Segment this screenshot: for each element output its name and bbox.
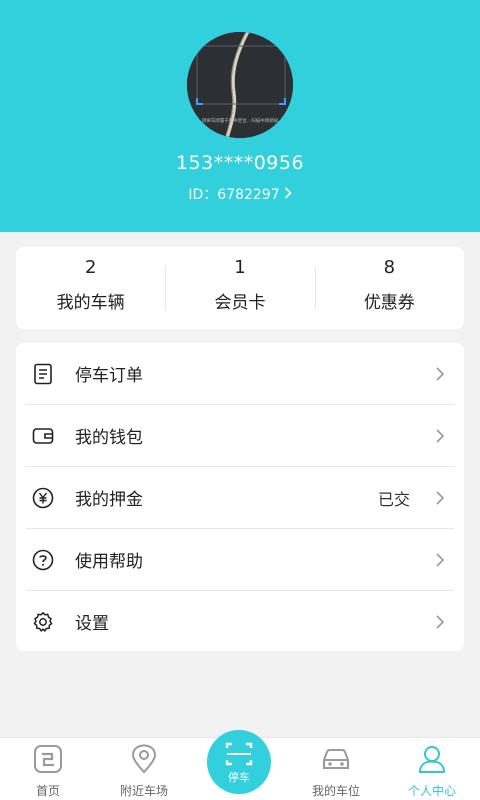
tab-personal-center[interactable]: 个人中心 [384, 738, 480, 800]
stat-value: 2 [84, 257, 97, 278]
tab-home[interactable]: 首页 [0, 738, 96, 800]
tab-label: 附近车场 [119, 784, 168, 798]
user-id-link[interactable]: ID：6782297 [0, 184, 480, 204]
tab-nearby-lots[interactable]: 附近车场 [96, 738, 192, 800]
user-icon [417, 744, 447, 774]
tab-label: 我的车位 [311, 784, 360, 798]
menu-item-wallet[interactable]: 我的钱包 [16, 405, 464, 466]
menu-item-label: 我的押金 [75, 490, 143, 510]
chevron-right-icon [434, 427, 446, 445]
settings-gear-icon [32, 611, 54, 633]
menu-item-parking-orders[interactable]: 停车订单 [16, 343, 464, 404]
avatar[interactable]: 请将车牌置于框中定位…扫描中请稍候 [187, 32, 293, 138]
stat-value: 1 [234, 257, 246, 278]
menu-item-settings[interactable]: 设置 [16, 591, 464, 652]
tab-label: 首页 [35, 784, 60, 798]
menu-item-label: 设置 [75, 614, 109, 634]
stat-label: 会员卡 [214, 293, 266, 313]
order-list-icon [32, 363, 54, 385]
menu-item-label: 使用帮助 [75, 552, 143, 572]
chevron-right-icon [434, 365, 446, 383]
stat-vehicles[interactable]: 2 我的车辆 [16, 247, 165, 329]
chevron-right-icon [434, 613, 446, 631]
profile-header: 请将车牌置于框中定位…扫描中请稍候 153****0956 ID：6782297 [0, 0, 480, 232]
chevron-right-icon [434, 489, 446, 507]
stat-member-card[interactable]: 1 会员卡 [165, 247, 314, 329]
avatar-image: 请将车牌置于框中定位…扫描中请稍候 [187, 32, 293, 138]
avatar-caption: 请将车牌置于框中定位…扫描中请稍候 [202, 117, 279, 124]
chevron-right-icon [284, 184, 292, 203]
tab-label: 个人中心 [407, 784, 456, 798]
stat-label: 我的车辆 [56, 293, 125, 313]
deposit-status: 已交 [377, 489, 410, 509]
home-icon [33, 744, 63, 774]
chevron-right-icon [434, 551, 446, 569]
yuan-icon [32, 487, 54, 509]
park-label: 停车 [228, 771, 250, 784]
stats-card: 2 我的车辆 1 会员卡 8 优惠券 [16, 247, 464, 329]
phone-number: 153****0956 [175, 152, 305, 174]
menu-item-help[interactable]: 使用帮助 [16, 529, 464, 590]
location-pin-icon [129, 744, 159, 774]
stat-value: 8 [383, 257, 396, 278]
help-icon [32, 549, 54, 571]
park-scan-button[interactable]: 停车 [207, 730, 271, 794]
user-id: ID：6782297 [188, 187, 280, 203]
tab-my-spaces[interactable]: 我的车位 [288, 738, 384, 800]
menu-card: 停车订单 我的钱包 我的押金 已交 使用帮助 设置 [16, 343, 464, 651]
wallet-icon [32, 425, 54, 447]
car-icon [321, 744, 351, 774]
stat-label: 优惠券 [363, 293, 415, 313]
menu-item-label: 停车订单 [75, 366, 143, 386]
menu-item-label: 我的钱包 [75, 428, 143, 448]
stat-coupons[interactable]: 8 优惠券 [314, 247, 464, 329]
menu-item-deposit[interactable]: 我的押金 已交 [16, 467, 464, 528]
